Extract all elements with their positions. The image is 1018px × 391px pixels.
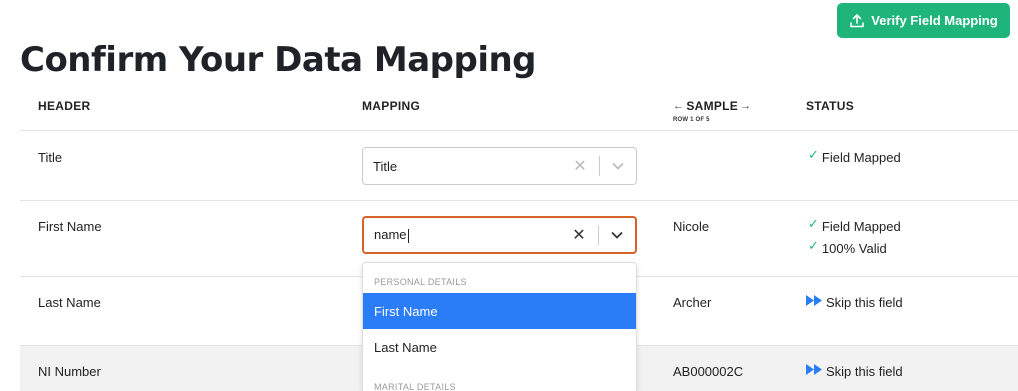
upload-icon xyxy=(850,13,865,27)
status-skip: Skip this field xyxy=(806,364,903,379)
status-text: Skip this field xyxy=(826,364,903,379)
text-caret xyxy=(407,228,409,243)
page-title: Confirm Your Data Mapping xyxy=(20,40,537,80)
check-icon: ✓ xyxy=(808,238,819,253)
row-header-last-name: Last Name xyxy=(38,295,101,310)
chevron-down-icon[interactable] xyxy=(600,162,636,170)
option-last-name[interactable]: Last Name xyxy=(363,329,636,365)
clear-icon[interactable]: ✕ xyxy=(560,225,598,245)
group-label-marital-details: MARITAL DETAILS xyxy=(374,382,456,391)
mapping-select-title[interactable]: Title ✕ xyxy=(362,147,637,185)
verify-field-mapping-button[interactable]: Verify Field Mapping xyxy=(837,3,1010,38)
group-label-personal-details: PERSONAL DETAILS xyxy=(374,277,467,287)
sample-value: AB000002C xyxy=(673,364,744,379)
row-header-first-name: First Name xyxy=(38,219,102,234)
mapping-select-first-name[interactable]: name ✕ xyxy=(362,216,637,254)
sample-row-indicator: ROW 1 OF 5 xyxy=(673,117,710,123)
row-header-ni-number: NI Number xyxy=(38,364,101,379)
mapping-select-value: Title xyxy=(373,158,398,174)
chevron-down-icon[interactable] xyxy=(599,231,635,239)
column-header-status: STATUS xyxy=(806,99,855,113)
status-field-mapped: ✓ Field Mapped xyxy=(808,216,901,234)
sample-header-label: SAMPLE xyxy=(686,99,739,113)
column-header-header: HEADER xyxy=(38,99,91,113)
sample-value: Nicole xyxy=(673,219,710,234)
status-text: 100% Valid xyxy=(821,241,887,256)
status-valid: ✓ 100% Valid xyxy=(808,238,887,256)
column-header-sample: ← SAMPLE → xyxy=(673,99,751,113)
status-text: Field Mapped xyxy=(821,150,901,165)
check-icon: ✓ xyxy=(808,216,819,231)
fast-forward-icon xyxy=(806,364,822,375)
status-text: Field Mapped xyxy=(821,219,901,234)
mapping-search-input[interactable]: name xyxy=(364,227,560,243)
option-first-name[interactable]: First Name xyxy=(363,293,636,329)
status-skip: Skip this field xyxy=(806,295,903,310)
row-header-title: Title xyxy=(38,150,63,165)
status-text: Skip this field xyxy=(826,295,903,310)
sample-next-arrow-icon[interactable]: → xyxy=(740,100,751,112)
column-header-mapping: MAPPING xyxy=(362,99,421,113)
verify-button-label: Verify Field Mapping xyxy=(871,13,998,28)
status-field-mapped: ✓ Field Mapped xyxy=(808,147,901,165)
sample-value: Archer xyxy=(673,295,712,310)
sample-prev-arrow-icon[interactable]: ← xyxy=(673,100,684,112)
clear-icon[interactable]: ✕ xyxy=(561,156,599,176)
mapping-dropdown-menu: PERSONAL DETAILS First Name Last Name MA… xyxy=(362,262,637,391)
fast-forward-icon xyxy=(806,295,822,306)
check-icon: ✓ xyxy=(808,147,819,162)
